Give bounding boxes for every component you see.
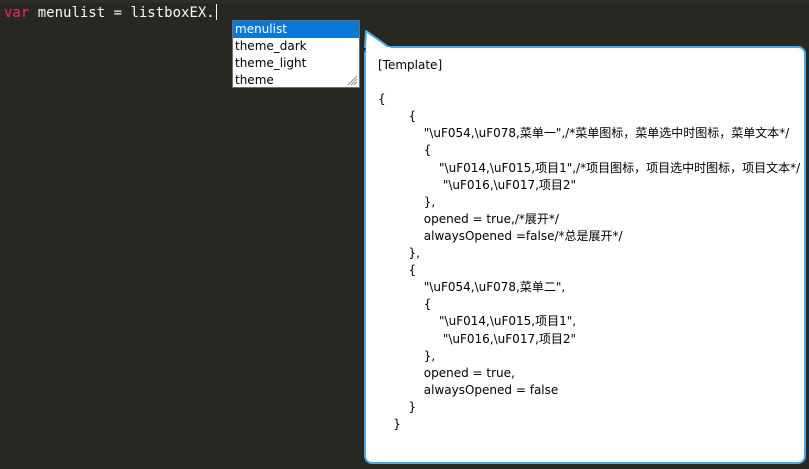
tooltip-title: [Template] bbox=[378, 58, 443, 72]
autocomplete-list[interactable]: menulist theme_dark theme_light theme bbox=[232, 20, 360, 88]
tooltip-pointer bbox=[364, 30, 391, 51]
resize-grip-icon[interactable] bbox=[346, 74, 358, 86]
tooltip-content: [Template] { { "\uF054,\uF078,菜单一",/*菜单图… bbox=[378, 57, 800, 433]
template-tooltip: [Template] { { "\uF054,\uF078,菜单一",/*菜单图… bbox=[364, 46, 806, 464]
code-keyword: var bbox=[4, 5, 30, 21]
text-cursor bbox=[215, 4, 217, 20]
autocomplete-item-theme[interactable]: theme bbox=[233, 72, 359, 89]
autocomplete-item-theme-light[interactable]: theme_light bbox=[233, 55, 359, 72]
code-line[interactable]: var menulist = listboxEX. bbox=[4, 3, 217, 23]
tooltip-body: { { "\uF054,\uF078,菜单一",/*菜单图标，菜单选中时图标，菜… bbox=[378, 92, 801, 431]
autocomplete-item-theme-dark[interactable]: theme_dark bbox=[233, 38, 359, 55]
autocomplete-item-menulist[interactable]: menulist bbox=[233, 21, 359, 38]
code-text: menulist = listboxEX. bbox=[29, 5, 215, 21]
